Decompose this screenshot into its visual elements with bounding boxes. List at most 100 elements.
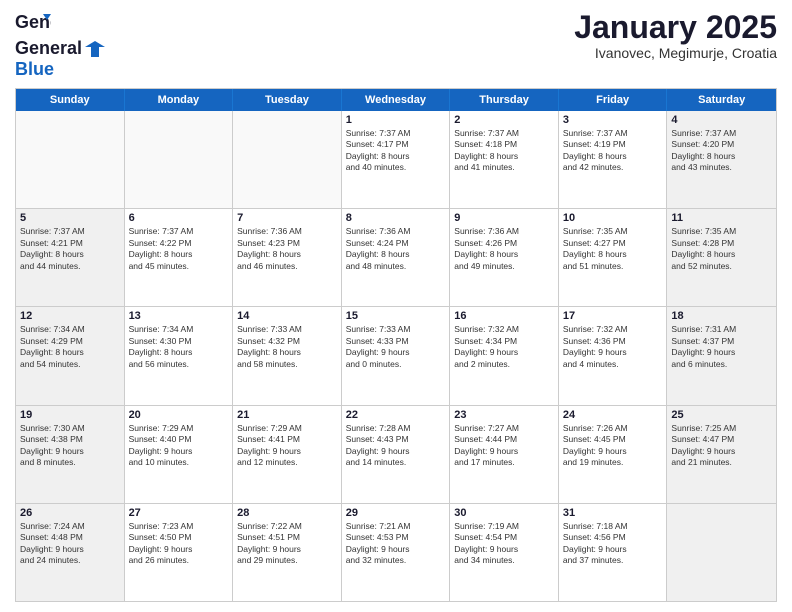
day-number: 22: [346, 409, 446, 421]
calendar-body: 1Sunrise: 7:37 AM Sunset: 4:17 PM Daylig…: [16, 111, 776, 601]
title-area: January 2025 Ivanovec, Megimurje, Croati…: [574, 10, 777, 61]
day-info: Sunrise: 7:32 AM Sunset: 4:36 PM Dayligh…: [563, 324, 663, 370]
day-info: Sunrise: 7:29 AM Sunset: 4:41 PM Dayligh…: [237, 423, 337, 469]
day-info: Sunrise: 7:29 AM Sunset: 4:40 PM Dayligh…: [129, 423, 229, 469]
calendar-cell-22: 22 Sunrise: 7:28 AM Sunset: 4:43 PM Dayli…: [342, 406, 451, 503]
day-info: Sunrise: 7:18 AM Sunset: 4:56 PM Dayligh…: [563, 521, 663, 567]
day-number: 31: [563, 507, 663, 519]
calendar-cell-21: 21 Sunrise: 7:29 AM Sunset: 4:41 PM Dayli…: [233, 406, 342, 503]
logo-blue: Blue: [15, 59, 54, 79]
calendar-row-0: 1Sunrise: 7:37 AM Sunset: 4:17 PM Daylig…: [16, 111, 776, 208]
calendar-cell-empty: [233, 111, 342, 208]
day-info: Sunrise: 7:27 AM Sunset: 4:44 PM Dayligh…: [454, 423, 554, 469]
weekday-header-thursday: Thursday: [450, 89, 559, 111]
day-info: Sunrise: 7:24 AM Sunset: 4:48 PM Dayligh…: [20, 521, 120, 567]
header: General General Blue January 2025 Ivanov…: [15, 10, 777, 80]
calendar-cell-19: 19Sunrise: 7:30 AM Sunset: 4:38 PM Dayli…: [16, 406, 125, 503]
calendar-row-4: 26 Sunrise: 7:24 AM Sunset: 4:48 PM Dayli…: [16, 503, 776, 601]
day-info: Sunrise: 7:21 AM Sunset: 4:53 PM Dayligh…: [346, 521, 446, 567]
day-info: Sunrise: 7:33 AM Sunset: 4:32 PM Dayligh…: [237, 324, 337, 370]
day-info: Sunrise: 7:22 AM Sunset: 4:51 PM Dayligh…: [237, 521, 337, 567]
calendar-cell-10: 10 Sunrise: 7:35 AM Sunset: 4:27 PM Dayli…: [559, 209, 668, 306]
day-info: Sunrise: 7:36 AM Sunset: 4:23 PM Dayligh…: [237, 226, 337, 272]
weekday-header-sunday: Sunday: [16, 89, 125, 111]
calendar-cell-26: 26 Sunrise: 7:24 AM Sunset: 4:48 PM Dayli…: [16, 504, 125, 601]
day-info: Sunrise: 7:37 AM Sunset: 4:21 PM Dayligh…: [20, 226, 120, 272]
day-number: 28: [237, 507, 337, 519]
day-number: 3: [563, 114, 663, 126]
calendar-cell-16: 16Sunrise: 7:32 AM Sunset: 4:34 PM Dayli…: [450, 307, 559, 404]
day-number: 21: [237, 409, 337, 421]
day-info: Sunrise: 7:28 AM Sunset: 4:43 PM Dayligh…: [346, 423, 446, 469]
calendar-cell-28: 28 Sunrise: 7:22 AM Sunset: 4:51 PM Dayli…: [233, 504, 342, 601]
calendar-cell-24: 24Sunrise: 7:26 AM Sunset: 4:45 PM Dayli…: [559, 406, 668, 503]
month-title: January 2025: [574, 10, 777, 45]
day-number: 8: [346, 212, 446, 224]
day-info: Sunrise: 7:35 AM Sunset: 4:28 PM Dayligh…: [671, 226, 772, 272]
logo-general: General: [15, 38, 82, 59]
day-number: 9: [454, 212, 554, 224]
calendar-cell-7: 7Sunrise: 7:36 AM Sunset: 4:23 PM Daylig…: [233, 209, 342, 306]
day-info: Sunrise: 7:37 AM Sunset: 4:22 PM Dayligh…: [129, 226, 229, 272]
day-number: 24: [563, 409, 663, 421]
calendar-cell-31: 31 Sunrise: 7:18 AM Sunset: 4:56 PM Dayli…: [559, 504, 668, 601]
day-number: 4: [671, 114, 772, 126]
calendar-cell-6: 6 Sunrise: 7:37 AM Sunset: 4:22 PM Daylig…: [125, 209, 234, 306]
day-number: 20: [129, 409, 229, 421]
location: Ivanovec, Megimurje, Croatia: [574, 45, 777, 61]
day-info: Sunrise: 7:36 AM Sunset: 4:24 PM Dayligh…: [346, 226, 446, 272]
calendar-cell-1: 1Sunrise: 7:37 AM Sunset: 4:17 PM Daylig…: [342, 111, 451, 208]
calendar-cell-30: 30Sunrise: 7:19 AM Sunset: 4:54 PM Dayli…: [450, 504, 559, 601]
day-number: 10: [563, 212, 663, 224]
day-info: Sunrise: 7:37 AM Sunset: 4:20 PM Dayligh…: [671, 128, 772, 174]
weekday-header-monday: Monday: [125, 89, 234, 111]
calendar-cell-empty: [667, 504, 776, 601]
day-number: 17: [563, 310, 663, 322]
day-number: 30: [454, 507, 554, 519]
day-info: Sunrise: 7:37 AM Sunset: 4:19 PM Dayligh…: [563, 128, 663, 174]
day-info: Sunrise: 7:34 AM Sunset: 4:29 PM Dayligh…: [20, 324, 120, 370]
day-info: Sunrise: 7:31 AM Sunset: 4:37 PM Dayligh…: [671, 324, 772, 370]
day-info: Sunrise: 7:33 AM Sunset: 4:33 PM Dayligh…: [346, 324, 446, 370]
day-number: 14: [237, 310, 337, 322]
day-number: 5: [20, 212, 120, 224]
calendar-cell-2: 2Sunrise: 7:37 AM Sunset: 4:18 PM Daylig…: [450, 111, 559, 208]
calendar-cell-12: 12 Sunrise: 7:34 AM Sunset: 4:29 PM Dayli…: [16, 307, 125, 404]
calendar-cell-13: 13Sunrise: 7:34 AM Sunset: 4:30 PM Dayli…: [125, 307, 234, 404]
day-info: Sunrise: 7:36 AM Sunset: 4:26 PM Dayligh…: [454, 226, 554, 272]
day-number: 26: [20, 507, 120, 519]
calendar-cell-27: 27Sunrise: 7:23 AM Sunset: 4:50 PM Dayli…: [125, 504, 234, 601]
day-number: 19: [20, 409, 120, 421]
calendar-cell-4: 4 Sunrise: 7:37 AM Sunset: 4:20 PM Daylig…: [667, 111, 776, 208]
calendar-cell-empty: [125, 111, 234, 208]
calendar-cell-14: 14 Sunrise: 7:33 AM Sunset: 4:32 PM Dayli…: [233, 307, 342, 404]
day-number: 12: [20, 310, 120, 322]
weekday-header-tuesday: Tuesday: [233, 89, 342, 111]
calendar-cell-23: 23 Sunrise: 7:27 AM Sunset: 4:44 PM Dayli…: [450, 406, 559, 503]
calendar-cell-3: 3 Sunrise: 7:37 AM Sunset: 4:19 PM Daylig…: [559, 111, 668, 208]
day-number: 6: [129, 212, 229, 224]
weekday-header-saturday: Saturday: [667, 89, 776, 111]
day-number: 15: [346, 310, 446, 322]
page: General General Blue January 2025 Ivanov…: [0, 0, 792, 612]
day-number: 18: [671, 310, 772, 322]
calendar-cell-9: 9 Sunrise: 7:36 AM Sunset: 4:26 PM Daylig…: [450, 209, 559, 306]
day-info: Sunrise: 7:23 AM Sunset: 4:50 PM Dayligh…: [129, 521, 229, 567]
calendar-cell-11: 11 Sunrise: 7:35 AM Sunset: 4:28 PM Dayli…: [667, 209, 776, 306]
weekday-header-wednesday: Wednesday: [342, 89, 451, 111]
day-info: Sunrise: 7:35 AM Sunset: 4:27 PM Dayligh…: [563, 226, 663, 272]
calendar-cell-25: 25Sunrise: 7:25 AM Sunset: 4:47 PM Dayli…: [667, 406, 776, 503]
day-number: 25: [671, 409, 772, 421]
logo-icon: General: [15, 10, 51, 38]
day-info: Sunrise: 7:34 AM Sunset: 4:30 PM Dayligh…: [129, 324, 229, 370]
day-number: 11: [671, 212, 772, 224]
calendar-cell-empty: [16, 111, 125, 208]
day-info: Sunrise: 7:37 AM Sunset: 4:17 PM Dayligh…: [346, 128, 446, 174]
day-info: Sunrise: 7:37 AM Sunset: 4:18 PM Dayligh…: [454, 128, 554, 174]
day-number: 23: [454, 409, 554, 421]
calendar-cell-29: 29Sunrise: 7:21 AM Sunset: 4:53 PM Dayli…: [342, 504, 451, 601]
calendar-row-3: 19Sunrise: 7:30 AM Sunset: 4:38 PM Dayli…: [16, 405, 776, 503]
calendar-cell-15: 15 Sunrise: 7:33 AM Sunset: 4:33 PM Dayli…: [342, 307, 451, 404]
day-number: 16: [454, 310, 554, 322]
calendar-cell-18: 18 Sunrise: 7:31 AM Sunset: 4:37 PM Dayli…: [667, 307, 776, 404]
